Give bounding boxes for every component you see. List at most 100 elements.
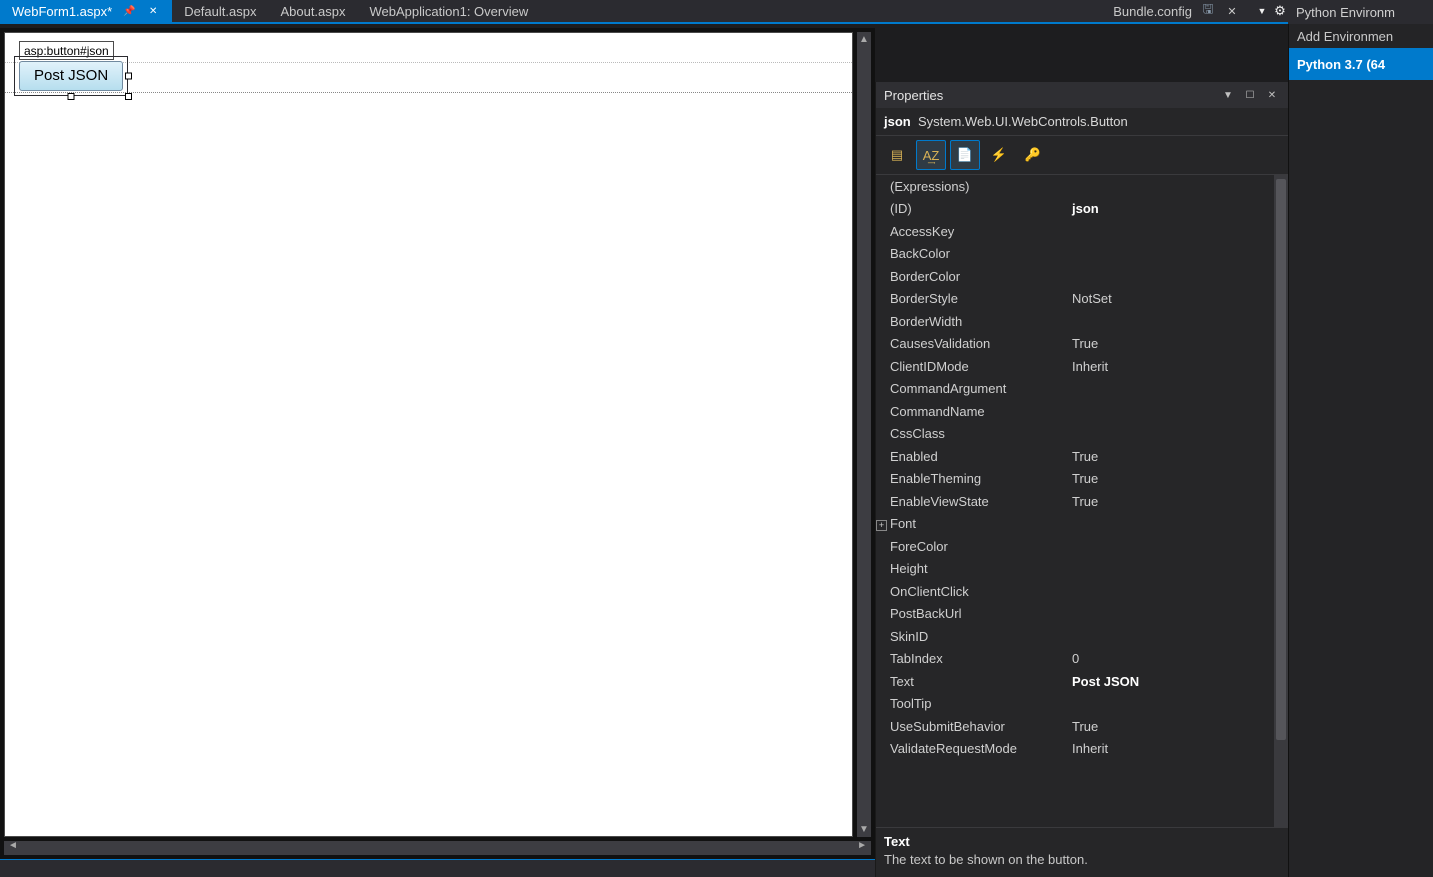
- resize-handle-e[interactable]: [125, 73, 132, 80]
- close-icon[interactable]: ✕: [1224, 3, 1240, 19]
- properties-panel: Properties ▼ ☐ ✕ json System.Web.UI.WebC…: [875, 82, 1288, 877]
- resize-handle-s[interactable]: [68, 93, 75, 100]
- gear-icon[interactable]: ⚙: [1272, 3, 1288, 19]
- property-value[interactable]: Post JSON: [1066, 674, 1274, 689]
- vertical-scrollbar[interactable]: [857, 32, 871, 837]
- property-row[interactable]: EnableThemingTrue: [876, 468, 1274, 491]
- property-row[interactable]: UseSubmitBehaviorTrue: [876, 715, 1274, 738]
- property-description: Text The text to be shown on the button.: [876, 827, 1288, 877]
- property-name: BorderStyle: [876, 291, 1066, 306]
- asp-button-control[interactable]: Post JSON: [19, 61, 123, 91]
- property-row[interactable]: (Expressions): [876, 175, 1274, 198]
- property-row[interactable]: AccessKey: [876, 220, 1274, 243]
- document-tab-active[interactable]: WebForm1.aspx* 📌 ✕: [0, 0, 172, 22]
- property-row[interactable]: BorderWidth: [876, 310, 1274, 333]
- document-tab[interactable]: Bundle.config 🖫 ✕: [1101, 0, 1252, 22]
- property-name: BorderColor: [876, 269, 1066, 284]
- property-name: CssClass: [876, 426, 1066, 441]
- property-value[interactable]: json: [1066, 201, 1274, 216]
- property-row[interactable]: BorderStyleNotSet: [876, 288, 1274, 311]
- property-row[interactable]: Height: [876, 558, 1274, 581]
- property-name: Enabled: [876, 449, 1066, 464]
- property-row[interactable]: SkinID: [876, 625, 1274, 648]
- property-value[interactable]: NotSet: [1066, 291, 1274, 306]
- property-name: EnableViewState: [876, 494, 1066, 509]
- property-row[interactable]: TabIndex0: [876, 648, 1274, 671]
- property-value[interactable]: True: [1066, 449, 1274, 464]
- property-row[interactable]: CommandName: [876, 400, 1274, 423]
- save-icon[interactable]: 🖫: [1200, 3, 1216, 19]
- description-text: The text to be shown on the button.: [884, 852, 1280, 867]
- design-surface[interactable]: asp:button#json Post JSON: [4, 32, 853, 837]
- property-value[interactable]: Inherit: [1066, 741, 1274, 756]
- property-row[interactable]: ValidateRequestModeInherit: [876, 738, 1274, 761]
- property-row[interactable]: OnClientClick: [876, 580, 1274, 603]
- horizontal-scrollbar[interactable]: [4, 841, 871, 855]
- property-pages-icon[interactable]: 🔑: [1018, 140, 1048, 170]
- dropdown-icon[interactable]: ▼: [1254, 3, 1270, 19]
- python-environments-body: Add Environmen Python 3.7 (64: [1288, 24, 1433, 877]
- close-icon[interactable]: ✕: [146, 4, 160, 18]
- property-row[interactable]: CausesValidationTrue: [876, 333, 1274, 356]
- tab-label: WebForm1.aspx*: [12, 4, 112, 19]
- close-icon[interactable]: ✕: [1264, 87, 1280, 103]
- document-tab[interactable]: Default.aspx: [172, 0, 268, 22]
- scroll-thumb[interactable]: [1276, 179, 1286, 740]
- document-tab[interactable]: About.aspx: [268, 0, 357, 22]
- property-row[interactable]: (ID)json: [876, 198, 1274, 221]
- add-environment-link[interactable]: Add Environmen: [1289, 24, 1433, 48]
- property-row[interactable]: BackColor: [876, 243, 1274, 266]
- property-row[interactable]: Font+: [876, 513, 1274, 536]
- properties-grid[interactable]: (Expressions) (ID)jsonAccessKeyBackColor B…: [876, 175, 1288, 827]
- panel-title-label: Properties: [884, 88, 943, 103]
- layout-guide: [5, 33, 852, 93]
- selected-object-header[interactable]: json System.Web.UI.WebControls.Button: [876, 108, 1288, 136]
- property-name: ValidateRequestMode: [876, 741, 1066, 756]
- property-value[interactable]: True: [1066, 719, 1274, 734]
- property-name: (Expressions): [876, 179, 1066, 194]
- property-name: Height: [876, 561, 1066, 576]
- properties-page-icon[interactable]: 📄: [950, 140, 980, 170]
- property-row[interactable]: CommandArgument: [876, 378, 1274, 401]
- python-environments-panel: Python Environm: [1288, 0, 1433, 24]
- element-tag-chip[interactable]: asp:button#json: [19, 41, 114, 60]
- property-row[interactable]: TextPost JSON: [876, 670, 1274, 693]
- events-icon[interactable]: ⚡: [984, 140, 1014, 170]
- dropdown-icon[interactable]: ▼: [1220, 87, 1236, 103]
- property-name: BorderWidth: [876, 314, 1066, 329]
- designer-canvas[interactable]: asp:button#json Post JSON: [0, 24, 875, 877]
- alphabetical-icon[interactable]: A͢Z: [916, 140, 946, 170]
- tab-label: Bundle.config: [1113, 4, 1192, 19]
- property-row[interactable]: BorderColor: [876, 265, 1274, 288]
- property-row[interactable]: EnableViewStateTrue: [876, 490, 1274, 513]
- property-row[interactable]: ClientIDModeInherit: [876, 355, 1274, 378]
- object-id: json: [884, 114, 911, 129]
- property-name: CommandArgument: [876, 381, 1066, 396]
- property-name: ClientIDMode: [876, 359, 1066, 374]
- property-row[interactable]: PostBackUrl: [876, 603, 1274, 626]
- property-name: Font+: [876, 516, 1066, 531]
- property-name: CausesValidation: [876, 336, 1066, 351]
- resize-handle-se[interactable]: [125, 93, 132, 100]
- panel-titlebar[interactable]: Properties ▼ ☐ ✕: [876, 82, 1288, 108]
- property-value[interactable]: True: [1066, 494, 1274, 509]
- property-name: UseSubmitBehavior: [876, 719, 1066, 734]
- property-row[interactable]: CssClass: [876, 423, 1274, 446]
- tab-label: About.aspx: [280, 4, 345, 19]
- vertical-scrollbar[interactable]: [1274, 175, 1288, 827]
- property-value[interactable]: 0: [1066, 651, 1274, 666]
- environment-item-selected[interactable]: Python 3.7 (64: [1289, 48, 1433, 80]
- expand-icon[interactable]: +: [876, 520, 887, 531]
- property-row[interactable]: ToolTip: [876, 693, 1274, 716]
- property-name: ToolTip: [876, 696, 1066, 711]
- property-value[interactable]: True: [1066, 336, 1274, 351]
- status-strip: [0, 859, 875, 877]
- property-row[interactable]: EnabledTrue: [876, 445, 1274, 468]
- maximize-icon[interactable]: ☐: [1242, 87, 1258, 103]
- property-value[interactable]: True: [1066, 471, 1274, 486]
- property-value[interactable]: Inherit: [1066, 359, 1274, 374]
- pin-icon[interactable]: 📌: [122, 4, 136, 18]
- document-tab[interactable]: WebApplication1: Overview: [358, 0, 541, 22]
- categorized-icon[interactable]: ▤: [882, 140, 912, 170]
- property-row[interactable]: ForeColor: [876, 535, 1274, 558]
